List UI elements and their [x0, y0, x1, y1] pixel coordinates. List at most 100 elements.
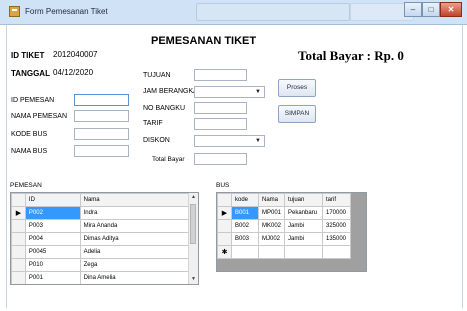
new-row-icon: ✱ — [217, 245, 232, 259]
table-row[interactable]: P003 Mira Ananda — [11, 219, 192, 233]
table-row[interactable]: P0045 Adelia — [11, 245, 192, 259]
table-cell[interactable]: 135000 — [322, 232, 351, 246]
chevron-down-icon: ▼ — [255, 89, 261, 95]
table-cell[interactable]: Adelia — [79, 245, 192, 259]
table-cell[interactable]: Dina Amelia — [79, 271, 192, 284]
table-cell[interactable]: Jambi — [284, 219, 323, 233]
table-cell[interactable]: 170000 — [322, 206, 351, 220]
table-row[interactable]: B002 MK002 Jambi 325000 — [217, 219, 351, 233]
row-header[interactable] — [11, 271, 26, 284]
maximize-button[interactable]: □ — [422, 2, 440, 17]
column-header-nama[interactable]: Nama — [258, 193, 285, 207]
current-row-indicator-icon: ▶ — [217, 206, 232, 220]
row-header[interactable] — [11, 245, 26, 259]
form-heading: PEMESANAN TIKET — [151, 35, 257, 47]
row-header[interactable] — [217, 219, 232, 233]
table-row[interactable]: P010 Zega — [11, 258, 192, 272]
table-cell[interactable]: Mira Ananda — [79, 219, 192, 233]
jam-berangkat-label: JAM BERANGKAT — [143, 88, 202, 95]
bus-grid-caption: BUS — [216, 182, 230, 189]
column-header-tarif[interactable]: tarif — [322, 193, 351, 207]
row-header-corner — [11, 193, 26, 207]
tarif-input[interactable] — [194, 118, 247, 130]
row-header[interactable] — [11, 232, 26, 246]
bus-grid[interactable]: kode Nama tujuan tarif ▶ B001 MP001 Peka… — [216, 192, 367, 272]
kode-bus-input[interactable] — [74, 128, 129, 140]
table-cell[interactable]: P003 — [24, 219, 81, 233]
table-cell[interactable]: MK002 — [258, 219, 285, 233]
id-tiket-value: 2012040007 — [53, 50, 98, 59]
pemesan-grid-header: ID Nama — [11, 193, 192, 207]
table-cell[interactable] — [322, 245, 351, 259]
table-row[interactable]: P001 Dina Amelia — [11, 271, 192, 284]
jam-berangkat-select[interactable]: ▼ — [194, 86, 265, 98]
table-cell[interactable]: Zega — [79, 258, 192, 272]
table-cell[interactable]: P0045 — [24, 245, 81, 259]
scroll-up-arrow-icon[interactable]: ▲ — [189, 193, 198, 202]
total-bayar-label: Total Bayar — [152, 156, 185, 163]
column-header-nama[interactable]: Nama — [79, 193, 192, 207]
table-cell[interactable] — [231, 245, 259, 259]
row-header[interactable] — [11, 219, 26, 233]
chevron-down-icon: ▼ — [255, 138, 261, 144]
pemesan-grid[interactable]: ID Nama ▶ P002 Indra P003 Mira Ananda P0… — [10, 192, 199, 285]
scroll-down-arrow-icon[interactable]: ▼ — [189, 275, 198, 284]
new-row[interactable]: ✱ — [217, 245, 351, 259]
close-button[interactable]: ✕ — [440, 2, 462, 17]
table-cell[interactable] — [258, 245, 285, 259]
table-row[interactable]: B003 MJ002 Jambi 135000 — [217, 232, 351, 246]
minimize-button[interactable]: – — [404, 2, 422, 17]
tanggal-label: TANGGAL — [11, 69, 50, 78]
nama-bus-input[interactable] — [74, 145, 129, 157]
table-cell[interactable]: P001 — [24, 271, 81, 284]
table-cell[interactable]: MP001 — [258, 206, 285, 220]
pemesan-grid-caption: PEMESAN — [10, 182, 42, 189]
table-row[interactable]: ▶ B001 MP001 Pekanbaru 170000 — [217, 206, 351, 220]
form-icon — [9, 6, 20, 17]
total-bayar-display: Total Bayar : Rp. 0 — [298, 48, 404, 63]
table-cell[interactable]: Indra — [79, 206, 192, 220]
row-header-corner — [217, 193, 232, 207]
id-tiket-label: ID TIKET — [11, 51, 45, 60]
column-header-tujuan[interactable]: tujuan — [284, 193, 323, 207]
no-bangku-label: NO BANGKU — [143, 105, 186, 112]
table-cell[interactable]: P002 — [24, 206, 81, 220]
window-title: Form Pemesanan Tiket — [25, 7, 108, 16]
table-cell[interactable]: Pekanbaru — [284, 206, 323, 220]
diskon-label: DISKON — [143, 137, 170, 144]
table-row[interactable]: ▶ P002 Indra — [11, 206, 192, 220]
table-cell[interactable]: Jambi — [284, 232, 323, 246]
tujuan-input[interactable] — [194, 69, 247, 81]
table-cell[interactable]: MJ002 — [258, 232, 285, 246]
total-bayar-input[interactable] — [194, 153, 247, 165]
title-bar: Form Pemesanan Tiket – □ ✕ — [0, 0, 467, 25]
tujuan-label: TUJUAN — [143, 72, 171, 79]
table-cell[interactable]: B003 — [231, 232, 259, 246]
id-pemesan-label: ID PEMESAN — [11, 97, 55, 104]
row-header[interactable] — [217, 232, 232, 246]
id-pemesan-input[interactable] — [74, 94, 129, 106]
column-header-id[interactable]: ID — [24, 193, 81, 207]
nama-pemesan-label: NAMA PEMESAN — [11, 113, 68, 120]
proses-button[interactable]: Proses — [278, 79, 316, 97]
diskon-select[interactable]: ▼ — [194, 135, 265, 147]
kode-bus-label: KODE BUS — [11, 131, 48, 138]
table-row[interactable]: P004 Dimas Aditya — [11, 232, 192, 246]
table-cell[interactable]: P004 — [24, 232, 81, 246]
table-cell[interactable]: Dimas Aditya — [79, 232, 192, 246]
simpan-button[interactable]: SIMPAN — [278, 105, 316, 123]
nama-pemesan-input[interactable] — [74, 110, 129, 122]
table-cell[interactable]: P010 — [24, 258, 81, 272]
row-header[interactable] — [11, 258, 26, 272]
pemesan-grid-scrollbar[interactable]: ▲ ▼ — [188, 193, 198, 284]
no-bangku-input[interactable] — [194, 102, 247, 114]
bus-grid-header: kode Nama tujuan tarif — [217, 193, 351, 207]
table-cell[interactable] — [284, 245, 323, 259]
table-cell[interactable]: 325000 — [322, 219, 351, 233]
scrollbar-thumb[interactable] — [190, 204, 196, 244]
table-cell[interactable]: B001 — [231, 206, 259, 220]
form-body: PEMESANAN TIKET Total Bayar : Rp. 0 ID T… — [6, 25, 463, 308]
table-cell[interactable]: B002 — [231, 219, 259, 233]
column-header-kode[interactable]: kode — [231, 193, 259, 207]
background-taskbar-area — [196, 3, 350, 21]
